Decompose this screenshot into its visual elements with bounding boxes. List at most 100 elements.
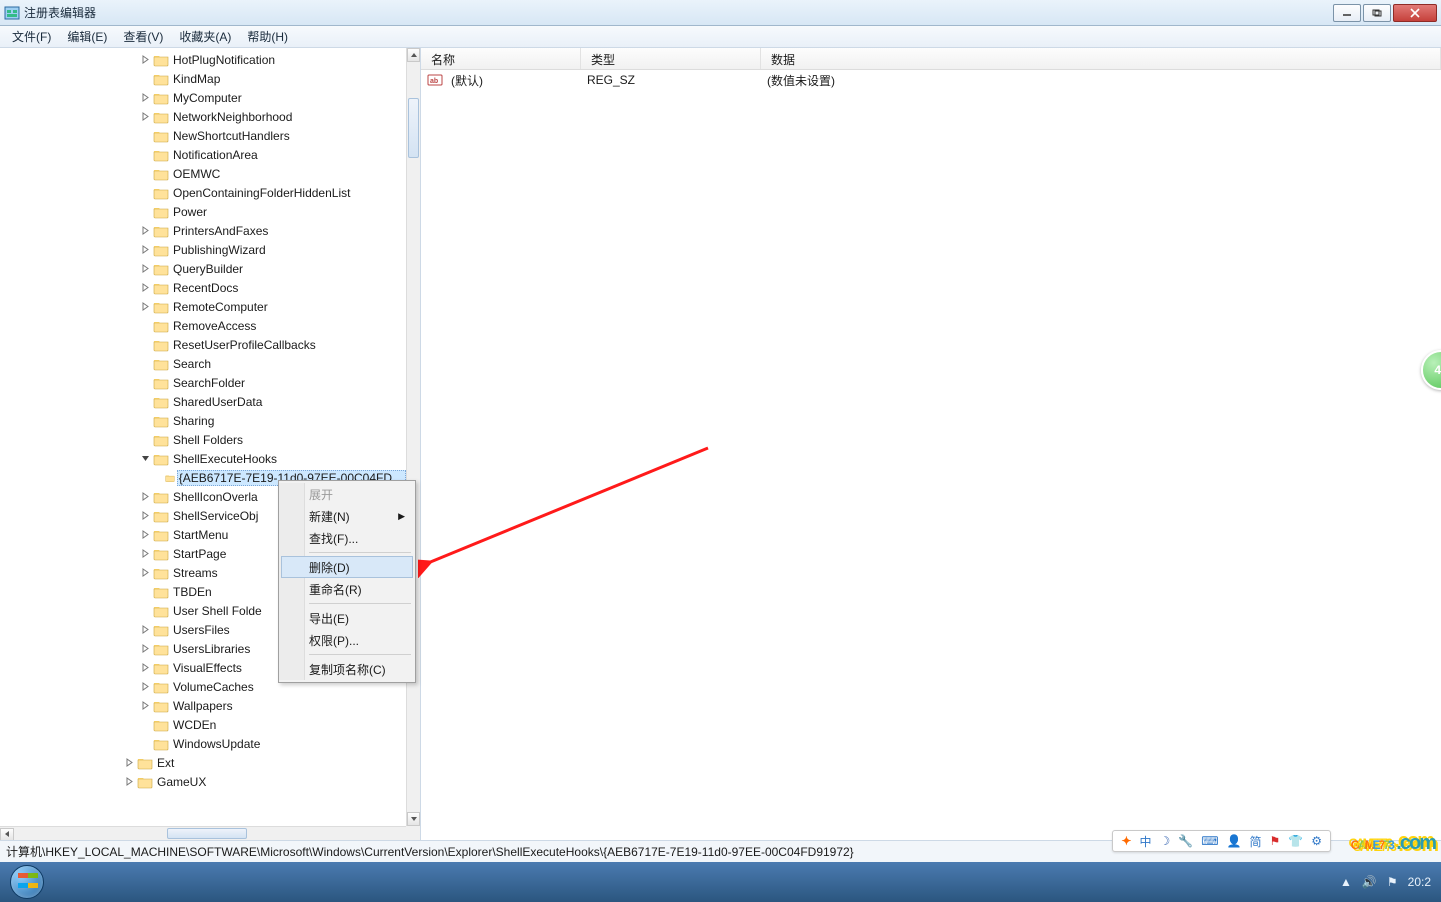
ime-gear-icon[interactable]: ⚙ xyxy=(1311,834,1322,848)
tree-node[interactable]: MyComputer xyxy=(0,88,406,107)
tree-node[interactable]: NewShortcutHandlers xyxy=(0,126,406,145)
scroll-thumb-h[interactable] xyxy=(167,828,247,839)
tree-node[interactable]: PublishingWizard xyxy=(0,240,406,259)
expand-icon[interactable] xyxy=(140,225,151,236)
maximize-button[interactable] xyxy=(1363,4,1391,22)
expand-icon[interactable] xyxy=(140,662,151,673)
tree-node[interactable]: SearchFolder xyxy=(0,373,406,392)
tray-up-icon[interactable]: ▲ xyxy=(1340,875,1352,889)
expand-icon[interactable] xyxy=(140,301,151,312)
tree-node[interactable]: OpenContainingFolderHiddenList xyxy=(0,183,406,202)
tree-node[interactable]: SharedUserData xyxy=(0,392,406,411)
expand-icon[interactable] xyxy=(140,111,151,122)
ctx-copyname[interactable]: 复制项名称(C) xyxy=(281,658,413,680)
tree-node[interactable]: RemoteComputer xyxy=(0,297,406,316)
expand-icon[interactable] xyxy=(140,282,151,293)
expand-icon[interactable] xyxy=(140,453,151,464)
menu-view[interactable]: 查看(V) xyxy=(115,26,171,47)
tree-node[interactable]: QueryBuilder xyxy=(0,259,406,278)
expand-icon[interactable] xyxy=(140,719,151,730)
ime-flag-icon[interactable]: ⚑ xyxy=(1270,834,1281,848)
ctx-perm[interactable]: 权限(P)... xyxy=(281,629,413,651)
tray-action-icon[interactable]: ⚑ xyxy=(1387,875,1398,889)
tree-node[interactable]: WindowsUpdate xyxy=(0,734,406,753)
ime-mode[interactable]: 简 xyxy=(1250,833,1262,850)
menu-fav[interactable]: 收藏夹(A) xyxy=(171,26,239,47)
expand-icon[interactable] xyxy=(156,472,163,483)
minimize-button[interactable] xyxy=(1333,4,1361,22)
tree-node[interactable]: PrintersAndFaxes xyxy=(0,221,406,240)
expand-icon[interactable] xyxy=(140,700,151,711)
tree-node[interactable]: NotificationArea xyxy=(0,145,406,164)
tree-node[interactable]: RemoveAccess xyxy=(0,316,406,335)
expand-icon[interactable] xyxy=(140,187,151,198)
expand-icon[interactable] xyxy=(140,415,151,426)
expand-icon[interactable] xyxy=(140,567,151,578)
expand-icon[interactable] xyxy=(140,320,151,331)
tree-node[interactable]: GameUX xyxy=(0,772,406,791)
menu-file[interactable]: 文件(F) xyxy=(4,26,59,47)
expand-icon[interactable] xyxy=(140,396,151,407)
tree-node[interactable]: HotPlugNotification xyxy=(0,50,406,69)
scroll-up-button[interactable] xyxy=(407,48,420,62)
col-type[interactable]: 类型 xyxy=(581,48,761,69)
col-name[interactable]: 名称 xyxy=(421,48,581,69)
tree-node[interactable]: Wallpapers xyxy=(0,696,406,715)
tree-node[interactable]: RecentDocs xyxy=(0,278,406,297)
menu-help[interactable]: 帮助(H) xyxy=(239,26,296,47)
expand-icon[interactable] xyxy=(124,757,135,768)
expand-icon[interactable] xyxy=(140,586,151,597)
expand-icon[interactable] xyxy=(140,510,151,521)
expand-icon[interactable] xyxy=(140,92,151,103)
ctx-export[interactable]: 导出(E) xyxy=(281,607,413,629)
start-button[interactable] xyxy=(0,862,54,902)
expand-icon[interactable] xyxy=(140,73,151,84)
ctx-rename[interactable]: 重命名(R) xyxy=(281,578,413,600)
scroll-left-button[interactable] xyxy=(0,828,14,841)
expand-icon[interactable] xyxy=(140,624,151,635)
tree-node[interactable]: Sharing xyxy=(0,411,406,430)
tree-node[interactable]: Power xyxy=(0,202,406,221)
ime-toolbar[interactable]: ✦ 中 ☽ 🔧 ⌨ 👤 简 ⚑ 👕 ⚙ xyxy=(1112,830,1331,852)
expand-icon[interactable] xyxy=(140,168,151,179)
expand-icon[interactable] xyxy=(140,358,151,369)
ctx-find[interactable]: 查找(F)... xyxy=(281,527,413,549)
tree-node[interactable]: OEMWC xyxy=(0,164,406,183)
expand-icon[interactable] xyxy=(124,776,135,787)
tree-node[interactable]: Ext xyxy=(0,753,406,772)
expand-icon[interactable] xyxy=(140,738,151,749)
tree-horizontal-scrollbar[interactable] xyxy=(0,826,406,840)
ime-keyboard-icon[interactable]: ⌨ xyxy=(1201,834,1218,848)
close-button[interactable] xyxy=(1393,4,1437,22)
expand-icon[interactable] xyxy=(140,244,151,255)
tree-vertical-scrollbar[interactable] xyxy=(406,48,420,826)
tray-volume-icon[interactable]: 🔊 xyxy=(1362,875,1377,889)
expand-icon[interactable] xyxy=(140,491,151,502)
ime-person-icon[interactable]: 👤 xyxy=(1227,834,1242,848)
scroll-down-button[interactable] xyxy=(407,812,420,826)
tree-node[interactable]: KindMap xyxy=(0,69,406,88)
ime-moon-icon[interactable]: ☽ xyxy=(1160,834,1171,848)
expand-icon[interactable] xyxy=(140,206,151,217)
tree-node[interactable]: Search xyxy=(0,354,406,373)
expand-icon[interactable] xyxy=(140,149,151,160)
tree-node[interactable]: NetworkNeighborhood xyxy=(0,107,406,126)
expand-icon[interactable] xyxy=(140,643,151,654)
expand-icon[interactable] xyxy=(140,548,151,559)
ctx-delete[interactable]: 删除(D) xyxy=(281,556,413,578)
expand-icon[interactable] xyxy=(140,377,151,388)
expand-icon[interactable] xyxy=(140,263,151,274)
expand-icon[interactable] xyxy=(140,339,151,350)
ime-shirt-icon[interactable]: 👕 xyxy=(1288,834,1303,848)
tree-node[interactable]: Shell Folders xyxy=(0,430,406,449)
ime-icon[interactable]: ✦ xyxy=(1121,834,1131,848)
expand-icon[interactable] xyxy=(140,434,151,445)
tree-node[interactable]: ShellExecuteHooks xyxy=(0,449,406,468)
expand-icon[interactable] xyxy=(140,130,151,141)
tree-node[interactable]: WCDEn xyxy=(0,715,406,734)
ime-tool-icon[interactable]: 🔧 xyxy=(1178,834,1193,848)
expand-icon[interactable] xyxy=(140,605,151,616)
expand-icon[interactable] xyxy=(140,529,151,540)
expand-icon[interactable] xyxy=(140,681,151,692)
menu-edit[interactable]: 编辑(E) xyxy=(59,26,115,47)
